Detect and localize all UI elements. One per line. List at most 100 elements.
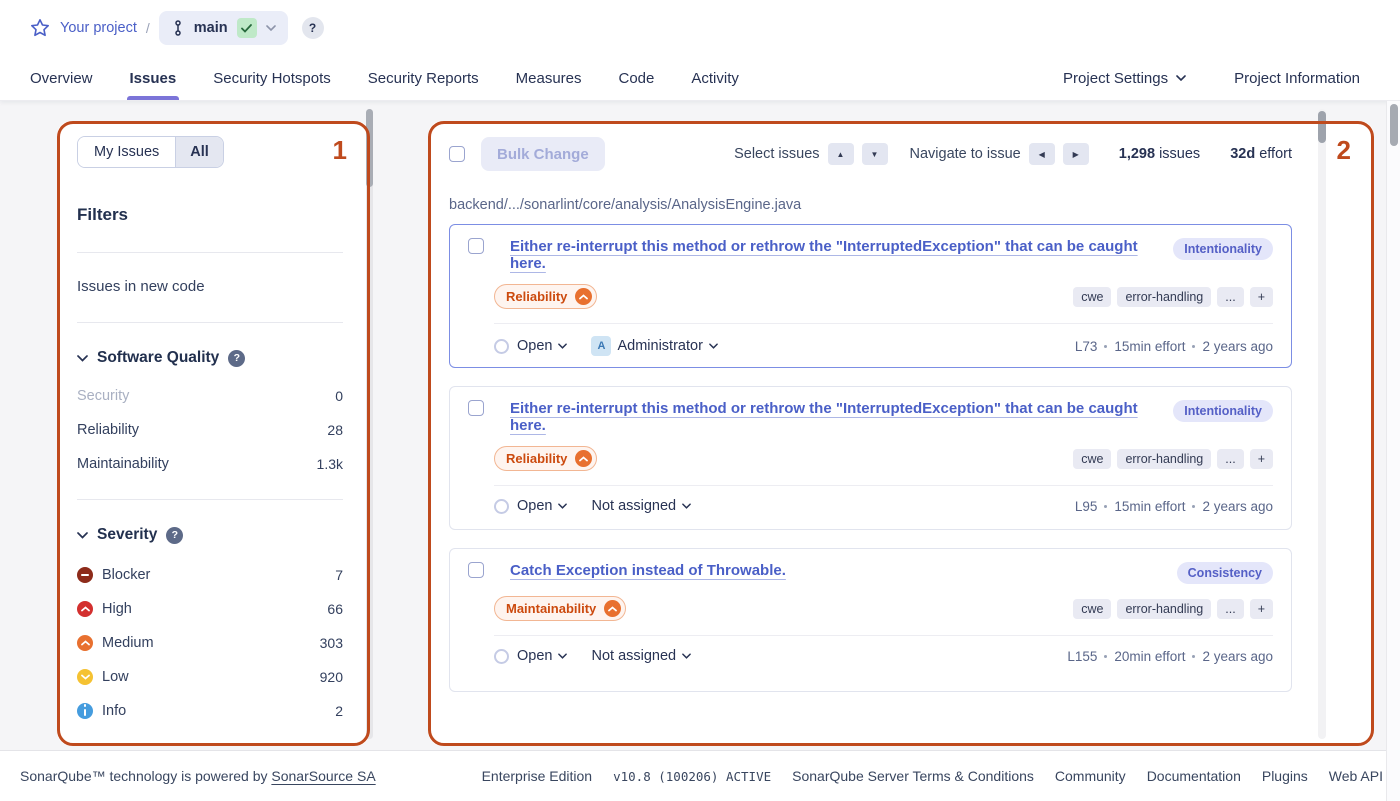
software-quality-label: Reliability bbox=[506, 451, 567, 466]
issue-list-scrollbar-thumb[interactable] bbox=[1318, 111, 1326, 143]
facet-software-quality-header[interactable]: Software Quality ? bbox=[77, 349, 343, 367]
facet-severity-header[interactable]: Severity ? bbox=[77, 526, 343, 544]
status-dropdown[interactable]: Open bbox=[517, 498, 567, 514]
issues-scope-toggle: My Issues All bbox=[77, 136, 224, 168]
tag-chip[interactable]: error-handling bbox=[1117, 287, 1211, 307]
project-settings-menu[interactable]: Project Settings bbox=[1063, 70, 1186, 87]
facet-item-low[interactable]: Low 920 bbox=[77, 660, 343, 694]
branch-selector[interactable]: main bbox=[159, 11, 288, 45]
footer-link-community[interactable]: Community bbox=[1055, 768, 1126, 784]
issues-total-count: 1,298 bbox=[1119, 146, 1155, 162]
facet-item-medium[interactable]: Medium 303 bbox=[77, 626, 343, 660]
filter-issues-in-new-code[interactable]: Issues in new code bbox=[77, 278, 343, 295]
blocker-severity-icon bbox=[77, 567, 93, 583]
facet-count: 920 bbox=[320, 669, 343, 685]
issue-card[interactable]: Catch Exception instead of Throwable. Co… bbox=[449, 548, 1292, 692]
assignee-dropdown[interactable]: A Administrator bbox=[591, 336, 717, 356]
select-previous-issue-button[interactable]: ▲ bbox=[828, 143, 854, 165]
toggle-my-issues[interactable]: My Issues bbox=[78, 137, 175, 167]
software-quality-pill[interactable]: Reliability bbox=[494, 284, 597, 309]
facet-label: Info bbox=[102, 703, 126, 719]
page-scrollbar[interactable] bbox=[1386, 101, 1400, 801]
facet-item-reliability[interactable]: Reliability 28 bbox=[77, 413, 343, 447]
quality-gate-passed-icon bbox=[237, 18, 257, 38]
add-tag-chip[interactable]: + bbox=[1250, 449, 1273, 469]
chevron-down-icon bbox=[77, 355, 88, 362]
add-tag-chip[interactable]: + bbox=[1250, 599, 1273, 619]
facet-count: 2 bbox=[335, 703, 343, 719]
tag-chip[interactable]: cwe bbox=[1073, 287, 1111, 307]
issue-card[interactable]: Either re-interrupt this method or rethr… bbox=[449, 386, 1292, 530]
navigate-next-button[interactable]: ▶ bbox=[1063, 143, 1089, 165]
project-information-link[interactable]: Project Information bbox=[1234, 70, 1360, 87]
tag-chip[interactable]: cwe bbox=[1073, 599, 1111, 619]
issue-checkbox[interactable] bbox=[468, 400, 484, 416]
clean-code-attribute-badge: Intentionality bbox=[1173, 400, 1273, 422]
issue-title-link[interactable]: Catch Exception instead of Throwable. bbox=[510, 562, 786, 579]
assignee-avatar: A bbox=[591, 336, 611, 356]
issue-checkbox[interactable] bbox=[468, 238, 484, 254]
issue-line: L95 bbox=[1075, 499, 1098, 514]
facet-item-security[interactable]: Security 0 bbox=[77, 379, 343, 413]
bulk-change-button[interactable]: Bulk Change bbox=[481, 137, 605, 171]
software-quality-pill[interactable]: Maintainability bbox=[494, 596, 626, 621]
low-severity-icon bbox=[77, 669, 93, 685]
add-tag-chip[interactable]: + bbox=[1250, 287, 1273, 307]
footer-link-web-api[interactable]: Web API bbox=[1329, 768, 1383, 784]
sidebar-scrollbar[interactable] bbox=[366, 109, 373, 739]
issue-title-link[interactable]: Either re-interrupt this method or rethr… bbox=[510, 400, 1173, 434]
footer-link-terms[interactable]: SonarQube Server Terms & Conditions bbox=[792, 768, 1034, 784]
more-tags-chip[interactable]: ... bbox=[1217, 449, 1243, 469]
assignee-dropdown[interactable]: Not assigned bbox=[591, 498, 691, 514]
status-dropdown[interactable]: Open bbox=[517, 648, 567, 664]
divider bbox=[77, 322, 343, 323]
page-scrollbar-thumb[interactable] bbox=[1390, 104, 1398, 146]
toggle-all[interactable]: All bbox=[175, 137, 223, 167]
tab-issues[interactable]: Issues bbox=[130, 56, 177, 100]
more-tags-chip[interactable]: ... bbox=[1217, 287, 1243, 307]
select-all-checkbox[interactable] bbox=[449, 146, 465, 162]
issue-age: 2 years ago bbox=[1202, 649, 1273, 664]
open-status-icon bbox=[494, 649, 509, 664]
severity-help-icon[interactable]: ? bbox=[166, 527, 183, 544]
status-dropdown[interactable]: Open bbox=[517, 338, 567, 354]
issue-card[interactable]: Either re-interrupt this method or rethr… bbox=[449, 224, 1292, 368]
software-quality-help-icon[interactable]: ? bbox=[228, 350, 245, 367]
tab-security-hotspots[interactable]: Security Hotspots bbox=[213, 56, 331, 100]
medium-severity-icon bbox=[77, 635, 93, 651]
list-toolbar: Bulk Change Select issues ▲ ▼ Navigate t… bbox=[449, 137, 1292, 171]
high-severity-icon bbox=[77, 601, 93, 617]
facet-item-maintainability[interactable]: Maintainability 1.3k bbox=[77, 447, 343, 481]
issue-checkbox[interactable] bbox=[468, 562, 484, 578]
clean-code-attribute-badge: Intentionality bbox=[1173, 238, 1273, 260]
software-quality-label: Reliability bbox=[506, 289, 567, 304]
tag-chip[interactable]: cwe bbox=[1073, 449, 1111, 469]
divider bbox=[494, 485, 1273, 486]
favorite-star-icon[interactable] bbox=[30, 18, 50, 38]
sonarsource-link[interactable]: SonarSource SA bbox=[271, 768, 375, 784]
select-next-issue-button[interactable]: ▼ bbox=[862, 143, 888, 165]
breadcrumb-project-link[interactable]: Your project bbox=[60, 20, 137, 36]
tag-chip[interactable]: error-handling bbox=[1117, 599, 1211, 619]
facet-item-info[interactable]: Info 2 bbox=[77, 694, 343, 728]
footer-link-plugins[interactable]: Plugins bbox=[1262, 768, 1308, 784]
arrow-left-icon: ◀ bbox=[1039, 150, 1045, 159]
facet-item-blocker[interactable]: Blocker 7 bbox=[77, 558, 343, 592]
footer-link-documentation[interactable]: Documentation bbox=[1147, 768, 1241, 784]
issue-title-link[interactable]: Either re-interrupt this method or rethr… bbox=[510, 238, 1173, 272]
branch-help-icon[interactable]: ? bbox=[302, 17, 324, 39]
facet-item-high[interactable]: High 66 bbox=[77, 592, 343, 626]
software-quality-pill[interactable]: Reliability bbox=[494, 446, 597, 471]
effort-total-word: effort bbox=[1259, 146, 1292, 162]
tab-activity[interactable]: Activity bbox=[691, 56, 739, 100]
tab-code[interactable]: Code bbox=[619, 56, 655, 100]
assignee-dropdown[interactable]: Not assigned bbox=[591, 648, 691, 664]
issue-list-scrollbar[interactable] bbox=[1318, 109, 1326, 739]
sidebar-scrollbar-thumb[interactable] bbox=[366, 109, 373, 187]
tab-measures[interactable]: Measures bbox=[516, 56, 582, 100]
tab-security-reports[interactable]: Security Reports bbox=[368, 56, 479, 100]
more-tags-chip[interactable]: ... bbox=[1217, 599, 1243, 619]
tag-chip[interactable]: error-handling bbox=[1117, 449, 1211, 469]
tab-overview[interactable]: Overview bbox=[30, 56, 93, 100]
navigate-previous-button[interactable]: ◀ bbox=[1029, 143, 1055, 165]
